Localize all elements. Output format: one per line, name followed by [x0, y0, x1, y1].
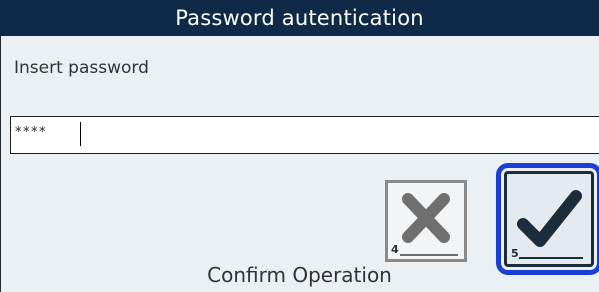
close-icon: [400, 193, 458, 256]
password-masked-value: ****: [15, 125, 47, 140]
cancel-button[interactable]: 4: [385, 180, 467, 262]
password-input[interactable]: ****: [10, 116, 599, 154]
confirm-button[interactable]: 5: [496, 163, 599, 275]
confirm-key-number: 5: [511, 247, 519, 260]
dialog-left-border: [0, 36, 1, 292]
password-dialog: Password autentication Insert password *…: [0, 0, 599, 292]
checkmark-icon: [517, 190, 583, 259]
text-caret: [80, 122, 81, 146]
dialog-title: Password autentication: [0, 0, 599, 36]
confirm-operation-caption: Confirm Operation: [207, 263, 392, 287]
cancel-key-number: 4: [391, 243, 399, 256]
password-prompt-label: Insert password: [14, 58, 149, 78]
